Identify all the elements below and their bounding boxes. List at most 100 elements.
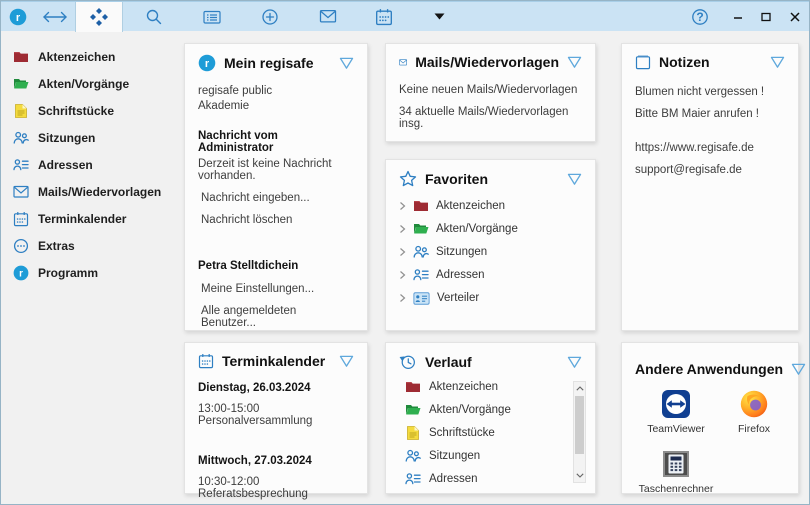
mails-status-line: Keine neuen Mails/Wiedervorlagen: [399, 84, 582, 96]
favorite-item-adressen[interactable]: Adressen: [399, 267, 582, 283]
minimize-icon: [731, 10, 745, 24]
contact-icon: [13, 157, 29, 173]
favorite-item-aktenzeichen[interactable]: Aktenzeichen: [399, 198, 582, 214]
card-title: Mails/Wiedervorlagen: [415, 54, 559, 70]
card-verlauf: Verlauf Aktenzeichen Akten/Vorgänge Schr…: [385, 342, 596, 494]
sidebar-item-extras[interactable]: Extras: [13, 238, 178, 254]
sidebar-item-programm[interactable]: r Programm: [13, 265, 178, 281]
sidebar-item-terminkalender[interactable]: Terminkalender: [13, 211, 178, 227]
sidebar-item-aktenzeichen[interactable]: Aktenzeichen: [13, 49, 178, 65]
collapse-triangle-icon[interactable]: [567, 56, 582, 69]
help-button[interactable]: ?: [690, 6, 710, 28]
search-button[interactable]: [137, 2, 171, 32]
regisafe-logo-button[interactable]: r: [1, 2, 35, 32]
history-item-sitzungen[interactable]: Sitzungen: [405, 448, 582, 464]
app-firefox[interactable]: Firefox: [715, 389, 793, 435]
sidebar-nav: Aktenzeichen Akten/Vorgänge Schriftstück…: [13, 49, 178, 281]
collapse-triangle-icon[interactable]: [770, 56, 785, 69]
history-icon: [399, 353, 417, 371]
favorite-item-sitzungen[interactable]: Sitzungen: [399, 244, 582, 260]
mails-count-line: 34 aktuelle Mails/Wiedervorlagen insg.: [399, 106, 582, 130]
collapse-triangle-icon[interactable]: [791, 363, 806, 376]
favorite-item-label: Verteiler: [437, 292, 479, 304]
event-entry: 13:00-15:00 Personalversammlung: [198, 403, 354, 427]
card-title: Notizen: [659, 54, 710, 70]
app-window: r: [0, 0, 810, 505]
toolbar-menu-button[interactable]: [429, 2, 449, 32]
toolbar: r: [1, 1, 809, 31]
favorite-item-akten-vorgaenge[interactable]: Akten/Vorgänge: [399, 221, 582, 237]
collapse-triangle-icon[interactable]: [567, 173, 582, 186]
green-open-folder-icon: [413, 221, 429, 237]
favorite-item-label: Adressen: [436, 269, 485, 281]
close-button[interactable]: [785, 6, 805, 28]
sidebar-item-schriftstuecke[interactable]: Schriftstücke: [13, 103, 178, 119]
favorite-item-label: Sitzungen: [436, 246, 487, 258]
app-teamviewer[interactable]: TeamViewer: [637, 389, 715, 435]
regisafe-logo-icon: r: [198, 54, 216, 72]
contact-icon: [413, 267, 429, 283]
calendar-button[interactable]: [367, 2, 401, 32]
card-mails-wiedervorlagen: Mails/Wiedervorlagen Keine neuen Mails/W…: [385, 43, 596, 142]
calendar-icon: [375, 8, 393, 26]
collapse-triangle-icon[interactable]: [339, 355, 354, 368]
contact-icon: [405, 471, 421, 487]
red-folder-icon: [405, 379, 421, 395]
app-label: Taschenrechner: [639, 483, 714, 495]
enter-message-link[interactable]: Nachricht eingeben...: [198, 192, 354, 204]
history-item-akten-vorgaenge[interactable]: Akten/Vorgänge: [405, 402, 582, 418]
chevron-right-icon[interactable]: [399, 201, 406, 211]
favorite-item-verteiler[interactable]: Verteiler: [399, 290, 582, 306]
minimize-button[interactable]: [728, 6, 748, 28]
sidebar-item-mails-wiedervorlagen[interactable]: Mails/Wiedervorlagen: [13, 184, 178, 200]
index-card-button[interactable]: [195, 2, 229, 32]
maximize-button[interactable]: [756, 6, 776, 28]
history-item-label: Aktenzeichen: [429, 381, 498, 393]
note-item: Bitte BM Maier anrufen !: [635, 108, 785, 120]
regisafe-logo-icon: r: [9, 8, 27, 26]
app-label: TeamViewer: [647, 423, 705, 435]
app-taschenrechner[interactable]: Taschenrechner: [637, 449, 715, 495]
scroll-up-arrow-icon[interactable]: [574, 382, 585, 395]
close-icon: [788, 10, 802, 24]
sidebar-item-sitzungen[interactable]: Sitzungen: [13, 130, 178, 146]
sidebar-item-label: Sitzungen: [38, 131, 95, 145]
chevron-right-icon[interactable]: [399, 247, 406, 257]
maximize-icon: [759, 10, 773, 24]
card-mein-regisafe: r Mein regisafe regisafe public Akademie…: [184, 43, 368, 331]
my-settings-link[interactable]: Meine Einstellungen...: [198, 283, 354, 295]
org-unit: Akademie: [198, 99, 354, 114]
history-item-adressen[interactable]: Adressen: [405, 471, 582, 487]
scrollbar-thumb[interactable]: [575, 396, 584, 454]
chevron-right-icon[interactable]: [399, 224, 406, 234]
collapse-triangle-icon[interactable]: [339, 57, 354, 70]
app-label: Firefox: [738, 423, 770, 435]
chevron-right-icon[interactable]: [399, 293, 406, 303]
scroll-down-arrow-icon[interactable]: [574, 469, 585, 482]
add-circle-icon: [261, 8, 279, 26]
sidebar-item-label: Programm: [38, 266, 98, 280]
tab-dashboard[interactable]: [75, 2, 123, 32]
sidebar-item-adressen[interactable]: Adressen: [13, 157, 178, 173]
back-forward-arrows-icon: [42, 11, 68, 23]
chevron-right-icon[interactable]: [399, 270, 406, 280]
calculator-icon: [661, 449, 691, 479]
history-item-aktenzeichen[interactable]: Aktenzeichen: [405, 379, 582, 395]
sidebar-item-akten-vorgaenge[interactable]: Akten/Vorgänge: [13, 76, 178, 92]
mail-button[interactable]: [311, 2, 345, 32]
card-terminkalender: Terminkalender Dienstag, 26.03.2024 13:0…: [184, 342, 368, 494]
add-button[interactable]: [253, 2, 287, 32]
sidebar-item-label: Mails/Wiedervorlagen: [38, 185, 161, 199]
delete-message-link[interactable]: Nachricht löschen: [198, 214, 354, 226]
logged-in-users-link[interactable]: Alle angemeldeten Benutzer...: [198, 305, 354, 329]
collapse-triangle-icon[interactable]: [567, 356, 582, 369]
mail-icon: [319, 9, 337, 24]
history-item-schriftstuecke[interactable]: Schriftstücke: [405, 425, 582, 441]
navigate-back-forward-button[interactable]: [35, 2, 75, 32]
card-favoriten: Favoriten Aktenzeichen Akten/Vorgänge Si…: [385, 159, 596, 331]
card-title: Favoriten: [425, 171, 488, 187]
history-scrollbar[interactable]: [573, 381, 586, 483]
svg-text:r: r: [19, 269, 23, 280]
yellow-document-icon: [405, 425, 421, 441]
event-entry: 10:30-12:00 Referatsbesprechung: [198, 476, 354, 500]
